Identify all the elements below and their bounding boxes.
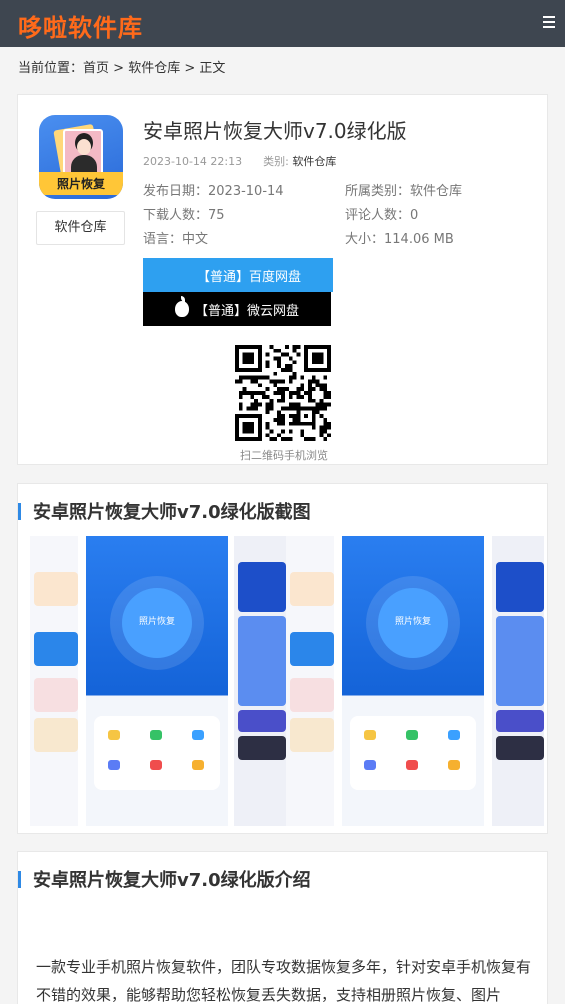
breadcrumb-sep: > — [109, 61, 129, 76]
meta-date: 2023-10-14 22:13 — [143, 155, 243, 168]
baidu-download-button[interactable]: 【普通】百度网盘 — [143, 258, 333, 292]
screenshot-rp-card — [238, 710, 286, 732]
screenshot-side-panel — [286, 536, 334, 826]
screenshot-gallery[interactable]: 照片恢复 照片恢复 — [30, 536, 548, 826]
publish-date-label: 发布日期： — [143, 184, 209, 199]
language-label: 语言： — [143, 232, 183, 247]
app-title: 安卓照片恢复大师v7.0绿化版 — [143, 119, 407, 143]
language-info: 语言：中文 — [143, 228, 208, 247]
language-value: 中文 — [182, 232, 209, 247]
recover-circle-label: 照片恢复 — [138, 617, 175, 627]
apple-icon — [174, 296, 189, 317]
baidu-download-label: 【普通】百度网盘 — [196, 269, 301, 285]
screenshot-dot — [192, 730, 204, 740]
weiyun-download-button[interactable]: 【普通】微云网盘 — [143, 292, 331, 326]
screenshot-dot — [108, 730, 120, 740]
recover-circle: 照片恢复 — [122, 588, 192, 658]
recover-circle-label: 照片恢复 — [394, 617, 431, 627]
intro-title: 安卓照片恢复大师v7.0绿化版介绍 — [33, 870, 311, 891]
app-meta: 2023-10-14 22:13 类别: 软件仓库 — [143, 153, 336, 169]
screenshot-phone: 照片恢复 — [342, 536, 484, 826]
screenshot-dot — [448, 730, 460, 740]
screenshot-dot — [448, 760, 460, 770]
screenshot-rp-card — [238, 736, 286, 760]
recover-circle: 照片恢复 — [378, 588, 448, 658]
screenshots-title: 安卓照片恢复大师v7.0绿化版截图 — [33, 502, 311, 523]
weiyun-download-label: 【普通】微云网盘 — [194, 303, 299, 319]
meta-category-link[interactable]: 软件仓库 — [292, 155, 336, 168]
screenshot-image[interactable]: 照片恢复 — [286, 536, 548, 826]
screenshots-card: 安卓照片恢复大师v7.0绿化版截图 照片恢复 照片恢复 — [17, 483, 548, 834]
screenshot-dot — [406, 760, 418, 770]
category-button[interactable]: 软件仓库 — [36, 211, 125, 245]
screenshot-mini-card — [34, 678, 78, 712]
screenshot-rp-card — [496, 616, 544, 706]
category-info: 所属类别：软件仓库 — [345, 180, 462, 199]
breadcrumb-category[interactable]: 软件仓库 — [128, 61, 180, 76]
screenshot-mini-card — [34, 718, 78, 752]
site-logo[interactable]: 哆啦软件库 — [18, 8, 143, 43]
screenshot-mini-card — [290, 572, 334, 606]
downloads-info: 下载人数：75 — [143, 204, 225, 223]
breadcrumb-prefix: 当前位置： — [18, 61, 84, 76]
intro-card: 安卓照片恢复大师v7.0绿化版介绍 一款专业手机照片恢复软件，团队专攻数据恢复多… — [17, 851, 548, 1004]
breadcrumb: 当前位置：首页 > 软件仓库 > 正文 — [18, 57, 225, 76]
screenshot-dot — [406, 730, 418, 740]
photo-front-shape — [63, 129, 103, 177]
screenshot-phone: 照片恢复 — [86, 536, 228, 826]
app-icon: 照片恢复 — [39, 115, 123, 199]
publish-date: 发布日期：2023-10-14 — [143, 180, 284, 199]
qr-label: 扫二维码手机浏览 — [240, 449, 328, 462]
comments-value: 0 — [410, 208, 419, 223]
screenshot-rp-card — [238, 616, 286, 706]
screenshot-right-panel — [492, 536, 544, 826]
screenshot-mini-card — [290, 678, 334, 712]
screenshot-right-panel — [234, 536, 286, 826]
screenshot-rp-card — [238, 562, 286, 612]
size-info: 大小：114.06 MB — [345, 228, 454, 247]
screenshot-dot — [108, 760, 120, 770]
screenshot-rp-card — [496, 736, 544, 760]
top-header: 哆啦软件库 — [0, 0, 565, 47]
screenshot-panel — [94, 716, 220, 790]
screenshot-mini-card — [34, 632, 78, 666]
screenshot-dot — [150, 730, 162, 740]
screenshot-side-panel — [30, 536, 78, 826]
category-value: 软件仓库 — [410, 184, 463, 199]
breadcrumb-home[interactable]: 首页 — [83, 61, 109, 76]
meta-category-label: 类别: — [263, 155, 289, 168]
screenshot-dot — [192, 760, 204, 770]
size-value: 114.06 MB — [384, 232, 454, 247]
qr-code — [235, 345, 331, 441]
screenshot-mini-card — [290, 632, 334, 666]
size-label: 大小： — [345, 232, 385, 247]
screenshot-mini-card — [34, 572, 78, 606]
screenshot-rp-card — [496, 710, 544, 732]
breadcrumb-current: 正文 — [199, 61, 226, 76]
comments-label: 评论人数： — [345, 208, 411, 223]
app-info-card: 照片恢复 软件仓库 安卓照片恢复大师v7.0绿化版 2023-10-14 22:… — [17, 94, 548, 465]
downloads-label: 下载人数： — [143, 208, 209, 223]
screenshot-mini-card — [290, 718, 334, 752]
screenshot-image[interactable]: 照片恢复 — [30, 536, 286, 826]
screenshot-dot — [364, 760, 376, 770]
publish-date-value: 2023-10-14 — [208, 184, 284, 199]
intro-text: 一款专业手机照片恢复软件，团队专攻数据恢复多年，针对安卓手机恢复有不错的效果，能… — [36, 958, 532, 1004]
screenshot-dot — [364, 730, 376, 740]
screenshot-rp-card — [496, 562, 544, 612]
screenshot-dot — [150, 760, 162, 770]
category-label: 所属类别： — [345, 184, 411, 199]
windows-icon — [175, 267, 191, 283]
comments-info: 评论人数：0 — [345, 204, 418, 223]
face-shape — [77, 139, 91, 155]
breadcrumb-sep: > — [180, 61, 200, 76]
menu-icon[interactable] — [543, 16, 555, 28]
screenshot-panel — [350, 716, 476, 790]
app-icon-label: 照片恢复 — [39, 172, 123, 195]
downloads-value: 75 — [208, 208, 225, 223]
